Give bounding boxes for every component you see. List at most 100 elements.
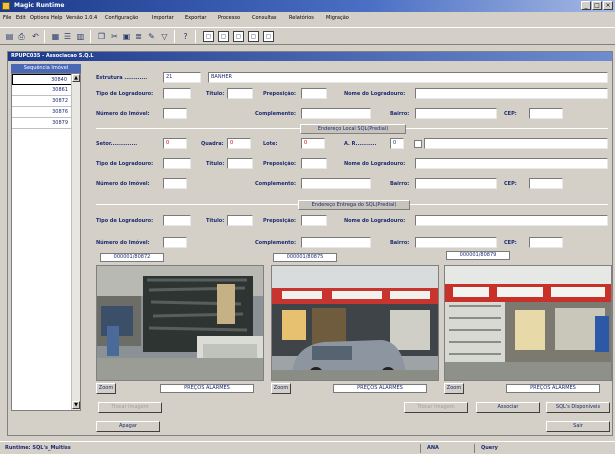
- menu-relatorios[interactable]: Relatórios: [289, 15, 314, 21]
- page-icon[interactable]: ▢: [203, 31, 214, 42]
- menu-file[interactable]: File: [3, 15, 11, 21]
- menu-consultas[interactable]: Consultas: [252, 15, 277, 21]
- page-icon[interactable]: ▢: [218, 31, 229, 42]
- bairro-field[interactable]: [415, 178, 497, 189]
- menu-help[interactable]: Help: [51, 15, 62, 21]
- associar-button[interactable]: Associar: [476, 402, 540, 413]
- nome-logradouro-label: Nome do Logradouro:: [344, 161, 406, 167]
- titulo-field[interactable]: [227, 88, 253, 99]
- nome-logradouro-field[interactable]: [415, 158, 608, 169]
- child-titlebar: RPUPC035 - Associacao S.Q.L: [8, 52, 612, 61]
- titulo-field[interactable]: [227, 158, 253, 169]
- nome-logradouro-label: Nome do Logradouro:: [344, 218, 406, 224]
- cep-field[interactable]: [529, 178, 563, 189]
- titulo-field[interactable]: [227, 215, 253, 226]
- close-button[interactable]: ×: [603, 1, 613, 10]
- nome-logradouro-field[interactable]: [415, 215, 608, 226]
- tipo-logradouro-field[interactable]: [163, 158, 191, 169]
- list-item[interactable]: 30861: [12, 85, 72, 96]
- list-item[interactable]: 30872: [12, 96, 72, 107]
- scroll-down-icon[interactable]: ▼: [72, 401, 80, 409]
- maximize-button[interactable]: □: [592, 1, 602, 10]
- apagar-button[interactable]: Apagar: [96, 421, 160, 432]
- numero-imovel-field[interactable]: [163, 237, 187, 248]
- menu-options[interactable]: Options: [30, 15, 49, 21]
- table-icon[interactable]: ▥: [75, 31, 86, 42]
- complemento-field[interactable]: [301, 108, 371, 119]
- filter-icon[interactable]: ▽: [159, 31, 170, 42]
- menu-exportar[interactable]: Exportar: [185, 15, 207, 21]
- estrutura-code-field[interactable]: 21: [163, 72, 201, 83]
- minimize-button[interactable]: _: [581, 1, 591, 10]
- zoom-button-2[interactable]: Zoom: [271, 383, 291, 394]
- menu-configuracao[interactable]: Configuração: [105, 15, 138, 21]
- cep-field[interactable]: [529, 108, 563, 119]
- sequence-scrollbar[interactable]: ▲ ▼: [71, 74, 80, 410]
- numero-imovel-label: Número do Imóvel:: [96, 240, 150, 246]
- lote-label: Lote:: [263, 141, 278, 147]
- scroll-up-icon[interactable]: ▲: [72, 74, 80, 82]
- menu-importar[interactable]: Importar: [152, 15, 174, 21]
- trocar-imagem-button-right[interactable]: Trocar Imagem: [404, 402, 468, 413]
- estrutura-name-field[interactable]: BANHER: [208, 72, 608, 83]
- tipo-logradouro-label: Tipo de Logradouro:: [96, 161, 154, 167]
- open-icon[interactable]: ▤: [4, 31, 15, 42]
- trocar-imagem-button-left[interactable]: Trocar Imagem: [98, 402, 162, 413]
- copy-icon[interactable]: ❐: [96, 31, 107, 42]
- status-bar: Runtime: SQL's_Multiss ANA Query: [0, 441, 615, 454]
- numero-imovel-label: Número do Imóvel:: [96, 181, 150, 187]
- nome-logradouro-field[interactable]: [415, 88, 608, 99]
- tipo-logradouro-field[interactable]: [163, 215, 191, 226]
- quadra-field[interactable]: 0: [227, 138, 251, 149]
- photo-id-3: 000001/80879: [446, 251, 510, 260]
- zoom-button-1[interactable]: Zoom: [96, 383, 116, 394]
- menu-version[interactable]: Versão 1.0.4: [66, 15, 97, 21]
- sql-disponiveis-button[interactable]: SQL's Disponíveis: [546, 402, 610, 413]
- ar-field[interactable]: 0: [390, 138, 404, 149]
- complemento-label: Complemento:: [255, 181, 296, 187]
- print-icon[interactable]: ⎙: [16, 31, 27, 42]
- numero-imovel-field[interactable]: [163, 108, 187, 119]
- page-icon[interactable]: ▢: [263, 31, 274, 42]
- page-icon[interactable]: ▢: [248, 31, 259, 42]
- lote-field[interactable]: 0: [301, 138, 325, 149]
- undo-icon[interactable]: ↶: [30, 31, 41, 42]
- page-icon[interactable]: ▢: [233, 31, 244, 42]
- list-item[interactable]: 30876: [12, 107, 72, 118]
- numero-imovel-field[interactable]: [163, 178, 187, 189]
- preposicao-field[interactable]: [301, 215, 327, 226]
- cut-icon[interactable]: ✂: [109, 31, 120, 42]
- report-icon[interactable]: ≣: [133, 31, 144, 42]
- ar-checkbox[interactable]: [414, 140, 422, 148]
- titulo-label: Título:: [206, 161, 225, 167]
- zoom-button-3[interactable]: Zoom: [444, 383, 464, 394]
- menu-edit[interactable]: Edit: [16, 15, 26, 21]
- menu-migracao[interactable]: Migração: [326, 15, 349, 21]
- cep-field[interactable]: [529, 237, 563, 248]
- app-icon: [2, 2, 10, 10]
- bairro-field[interactable]: [415, 108, 497, 119]
- photo-id-2: 000001/80875: [273, 253, 337, 262]
- edit-icon[interactable]: ✎: [146, 31, 157, 42]
- tipo-logradouro-label: Tipo de Logradouro:: [96, 91, 154, 97]
- complemento-field[interactable]: [301, 237, 371, 248]
- preposicao-field[interactable]: [301, 88, 327, 99]
- complemento-field[interactable]: [301, 178, 371, 189]
- list-item[interactable]: 30840: [12, 74, 72, 85]
- paste-icon[interactable]: ▣: [121, 31, 132, 42]
- list-item[interactable]: 30879: [12, 118, 72, 129]
- photo-caption-3: PREÇOS ALARMES: [506, 384, 600, 393]
- ar-description-field[interactable]: [424, 138, 608, 149]
- preposicao-field[interactable]: [301, 158, 327, 169]
- sair-button[interactable]: Sair: [546, 421, 610, 432]
- grid-icon[interactable]: ▦: [50, 31, 61, 42]
- list-icon[interactable]: ☰: [62, 31, 73, 42]
- tipo-logradouro-field[interactable]: [163, 88, 191, 99]
- setor-field[interactable]: 0: [163, 138, 187, 149]
- help-icon[interactable]: ?: [180, 31, 191, 42]
- status-runtime: Runtime: SQL's_Multiss: [5, 445, 71, 451]
- status-ana: ANA: [427, 445, 439, 451]
- menu-processo[interactable]: Processo: [218, 15, 240, 21]
- bairro-field[interactable]: [415, 237, 497, 248]
- toolbar: ▤ ⎙ ↶ ▦ ☰ ▥ ❐ ✂ ▣ ≣ ✎ ▽ ? ▢ ▢ ▢ ▢ ▢: [0, 27, 615, 45]
